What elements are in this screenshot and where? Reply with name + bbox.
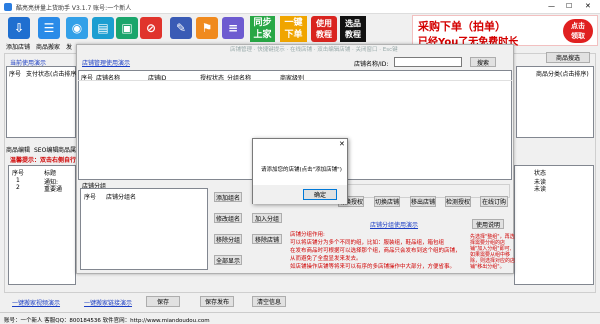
category-col: 商品分类(点击排序) <box>536 71 589 78</box>
join-group-button[interactable]: 加入分组 <box>252 213 282 223</box>
alert-dialog: ✕ 请添加您的店铺(点击"添加店铺") 确定 <box>252 138 348 204</box>
warm-tip: 温馨提示：双击右侧自行 <box>10 157 77 164</box>
app-icon <box>4 3 12 11</box>
shop-search-input[interactable] <box>394 57 462 67</box>
grid-divider <box>78 80 512 81</box>
toolbar-label-move: 商品搬家 <box>36 44 61 51</box>
guide-line-5: 如店铺操作店铺等将来可以有序的多店铺操作中大部分，方便省事。 <box>290 264 456 270</box>
order-col-status: 支付状态(点击排序) <box>26 71 79 78</box>
move-video-link[interactable]: 一键搬家视频演示 <box>12 298 60 307</box>
tab-goods-edit[interactable]: 商品编辑 <box>6 145 30 154</box>
shop-dialog-toolbar: 店铺管理 · 快捷键提示 · 在线店铺 · 双击编辑店铺 · 关闭窗口 · Es… <box>230 47 398 53</box>
group-col-no: 序号 <box>84 194 97 201</box>
window-title: 酷亮亮拼量上货助手 V3.1.7 账号:一个新人 <box>16 5 132 12</box>
publish-icon[interactable]: ◉ <box>66 17 88 39</box>
save-publish-button[interactable]: 保存发布 <box>200 296 234 307</box>
shop-search-button[interactable]: 搜索 <box>470 57 496 67</box>
title-bar: 酷亮亮拼量上货助手 V3.1.7 账号:一个新人 — ☐ ✕ <box>0 0 600 14</box>
notice-row-2-no: 2 <box>16 184 20 191</box>
toolbar-label-add-shop: 添加店铺 <box>6 44 31 51</box>
status-bar: 账号：一个新人 客服QQ：800184536 软件官网：http://www.m… <box>0 312 600 324</box>
shop-tutorial-link[interactable]: 店铺管理使用演示 <box>82 58 130 67</box>
save-button[interactable]: 保存 <box>146 296 180 307</box>
check-auth-button[interactable]: 检测授权 <box>445 196 471 207</box>
guide-line-4: 从而避免了全盘显发来发去。 <box>290 256 362 262</box>
clear-info-button[interactable]: 清空信息 <box>252 296 286 307</box>
status-row-2: 未读 <box>534 186 547 193</box>
guide-button[interactable]: 使用说明 <box>472 219 504 229</box>
tab-goods-attr[interactable]: 商品属 <box>58 145 76 154</box>
tutorial-tile[interactable]: 使用 教程 <box>311 16 337 42</box>
close-window-button[interactable]: ✕ <box>585 2 591 10</box>
alert-message: 请添加您的店铺(点击"添加店铺") <box>261 167 342 173</box>
promo-banner[interactable]: 采购下单（拍单） 已经You了无免费时长 点击 领取 <box>412 15 598 48</box>
minimize-button[interactable]: — <box>548 2 555 10</box>
goods-search-button[interactable]: 商品搜选 <box>546 52 590 63</box>
sync-supplier-tile[interactable]: 同步 上家 <box>250 16 275 42</box>
move-out-shop-button[interactable]: 移出店铺 <box>410 196 436 207</box>
notice-row-2-title: 重要通 <box>44 186 63 193</box>
guide-line-1: 店铺分组作用: <box>290 232 325 238</box>
tab-seo-edit[interactable]: SEO编辑 <box>34 145 58 154</box>
order-col-no: 序号 <box>9 71 22 78</box>
record-icon[interactable]: ▤ <box>92 17 114 39</box>
right-note: 先选择"整组"，再选择需要分组的店铺"加入分组"即可, 如果需要从组中移除，则选… <box>470 234 516 270</box>
group-col-name: 店铺分组名 <box>106 194 137 201</box>
notice-col-title: 标题 <box>44 170 57 177</box>
maximize-button[interactable]: ☐ <box>566 2 572 10</box>
banner-line1: 采购下单（拍单） <box>418 20 506 33</box>
folder-icon[interactable]: ▣ <box>116 17 138 39</box>
guide-line-2: 可以将店铺分为多个不同的组，比如：服装组，鞋品组，箱包组 <box>290 240 445 246</box>
switch-shop-button[interactable]: 切换店铺 <box>374 196 400 207</box>
group-guide-link[interactable]: 店铺分组使用演示 <box>370 220 418 229</box>
status-col: 状态 <box>534 170 547 177</box>
list-icon[interactable]: ≡ <box>222 17 244 39</box>
edit-group-button[interactable]: 修改组名 <box>214 213 242 223</box>
add-shop-icon[interactable]: ⇩ <box>8 17 30 39</box>
move-link-demo[interactable]: 一键搬家链接演示 <box>84 298 132 307</box>
add-group-button[interactable]: 添加组名 <box>214 192 242 202</box>
bookmark-icon[interactable]: ⚑ <box>196 17 218 39</box>
notice-col-no: 序号 <box>12 170 25 177</box>
remove-group-button[interactable]: 移除分组 <box>214 234 242 244</box>
notice-row-1-no: 1 <box>16 177 20 184</box>
banner-badge[interactable]: 点击 领取 <box>563 19 593 43</box>
eraser-icon[interactable]: ✎ <box>170 17 192 39</box>
notice-status-list[interactable] <box>514 165 594 285</box>
move-goods-icon[interactable]: ☰ <box>38 17 60 39</box>
group-list[interactable] <box>80 188 208 270</box>
online-order-button[interactable]: 在线订购 <box>480 196 508 207</box>
stop-icon[interactable]: ⊘ <box>140 17 162 39</box>
guide-line-3: 在发布商品时可根据可以选择那个组，商品只会发布到这个组的店铺， <box>290 248 461 254</box>
status-text: 账号：一个新人 客服QQ：800184536 软件官网：http://www.m… <box>4 318 210 324</box>
course-tile[interactable]: 选品 教程 <box>340 16 366 42</box>
shop-search-label: 店铺名称/ID: <box>354 61 389 68</box>
alert-close-button[interactable]: ✕ <box>339 140 345 148</box>
show-all-button[interactable]: 全部显示 <box>214 255 242 265</box>
remove-shop-button[interactable]: 移除店铺 <box>252 234 282 244</box>
onekey-order-tile[interactable]: 一键 下单 <box>280 16 307 42</box>
toolbar-label-publish: 发 <box>66 44 73 51</box>
alert-ok-button[interactable]: 确定 <box>303 189 337 200</box>
